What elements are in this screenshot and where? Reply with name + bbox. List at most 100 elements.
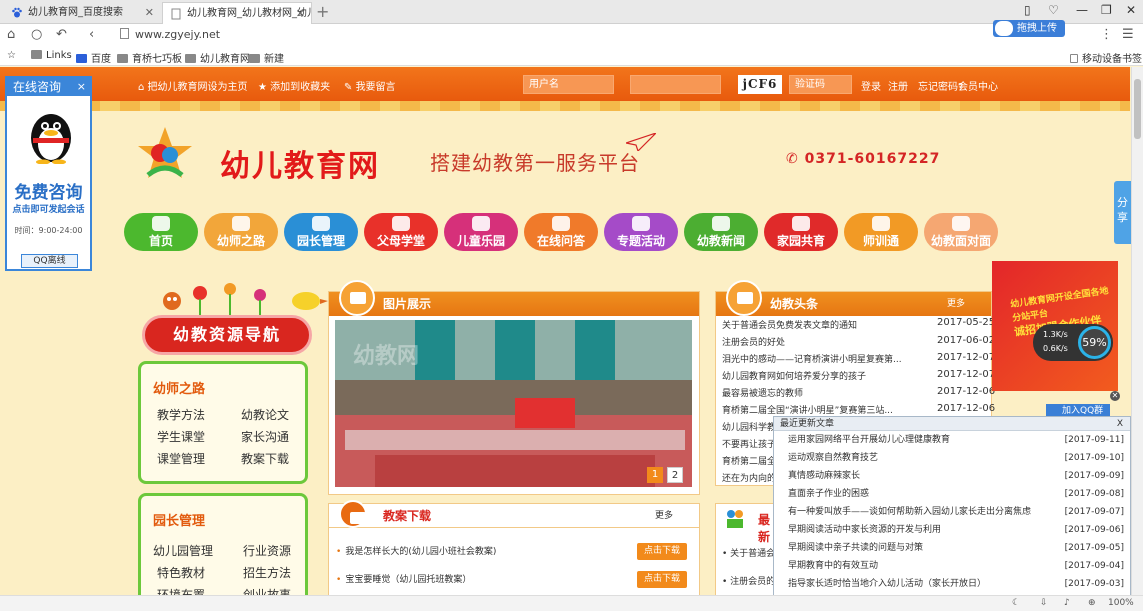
captcha-image[interactable]: jCF6 — [738, 75, 782, 94]
category-link[interactable]: 幼儿园管理 — [153, 542, 213, 559]
latest-item[interactable]: • 关于普通会 — [722, 546, 775, 559]
recent-article[interactable]: 有一种爱叫放手——谈如何帮助新入园幼儿家长走出分离焦虑 [2017-09-07] — [788, 504, 1124, 521]
category-link[interactable]: 特色教材 — [157, 564, 205, 581]
category-link[interactable]: 家长沟通 — [241, 428, 289, 445]
member-center-link[interactable]: 会员中心 — [958, 78, 998, 93]
headline-item[interactable]: 关于普通会员免费发表文章的通知 — [722, 318, 857, 331]
download-icon[interactable]: ⇩ — [1040, 598, 1048, 608]
star-icon[interactable]: ☆ — [7, 50, 16, 61]
category-link[interactable]: 幼教论文 — [241, 406, 289, 423]
zoom-icon[interactable]: ⊕ — [1088, 598, 1096, 608]
phone-icon[interactable]: ▯ — [1024, 3, 1031, 17]
nav-home[interactable]: 首页 — [124, 213, 198, 251]
forgot-password-link[interactable]: 忘记密码? — [918, 78, 963, 93]
message-link[interactable]: ✎ 我要留言 — [344, 78, 396, 93]
bookmark-zgyejy[interactable]: 幼儿教育网 — [185, 50, 250, 65]
menu-icon[interactable]: ☰ — [1122, 27, 1134, 42]
category-title[interactable]: 园长管理 — [153, 510, 205, 529]
nav-home-school[interactable]: 家园共育 — [764, 213, 838, 251]
category-link[interactable]: 学生课堂 — [157, 428, 205, 445]
volume-icon[interactable]: ♪ — [1064, 598, 1070, 608]
headline-item[interactable]: 注册会员的好处 — [722, 335, 785, 348]
headline-item[interactable]: 最容易被遗忘的教师 — [722, 386, 803, 399]
nav-parents[interactable]: 父母学堂 — [364, 213, 438, 251]
network-speed-widget[interactable]: 1.3K/s 0.6K/s 59% — [1033, 324, 1113, 361]
recent-article[interactable]: 运动观察自然教育技艺 [2017-09-10] — [788, 450, 1124, 467]
recent-article[interactable]: 运用家园网络平台开展幼儿心理健康教育 [2017-09-11] — [788, 432, 1124, 449]
recent-article[interactable]: 直面亲子作业的困惑 [2017-09-08] — [788, 486, 1124, 503]
drag-upload-button[interactable]: 拖拽上传 — [993, 20, 1065, 37]
menu-dots-icon[interactable]: ⋮ — [1100, 27, 1113, 42]
free-consult-label[interactable]: 免费咨询 — [7, 178, 90, 203]
category-link[interactable]: 创业故事 — [243, 586, 291, 595]
url-field[interactable]: www.zgyejy.net — [120, 28, 220, 41]
headline-item[interactable]: 幼儿园教育网如何培养爱分享的孩子 — [722, 369, 866, 382]
bookmark-links[interactable]: Links — [31, 50, 72, 61]
headline-item[interactable]: 不要再让孩子 — [722, 437, 776, 450]
mobile-bookmarks[interactable]: 移动设备书签 — [1070, 50, 1142, 65]
headline-item[interactable]: 幼儿园科学教 — [722, 420, 776, 433]
close-icon[interactable]: ✕ — [296, 3, 305, 24]
category-link[interactable]: 招生方法 — [243, 564, 291, 581]
set-home-link[interactable]: ⌂ 把幼儿教育网设为主页 — [138, 78, 248, 93]
headline-item[interactable]: 泪光中的感动——记育桥演讲小明星复赛第... — [722, 352, 902, 365]
recent-article[interactable]: 早期阅读活动中家长资源的开发与利用 [2017-09-06] — [788, 522, 1124, 539]
nav-kids[interactable]: 儿童乐园 — [444, 213, 518, 251]
headline-item[interactable]: 育桥第二届全 — [722, 454, 776, 467]
slide-page-2[interactable]: 2 — [667, 467, 683, 483]
close-window-icon[interactable]: ✕ — [1126, 3, 1136, 17]
qq-offline-button[interactable]: QQ离线 — [21, 254, 78, 268]
bookmark-yuqiao[interactable]: 育桥七巧板 — [117, 50, 182, 65]
zoom-level[interactable]: 100% — [1108, 598, 1134, 608]
latest-item[interactable]: • 注册会员的 — [722, 574, 775, 587]
nav-qa[interactable]: 在线问答 — [524, 213, 598, 251]
refresh-icon[interactable]: ○ — [31, 27, 42, 42]
more-link[interactable]: 更多 — [655, 504, 673, 528]
login-link[interactable]: 登录 — [861, 78, 881, 93]
moon-icon[interactable]: ☾ — [1012, 598, 1020, 608]
username-input[interactable]: 用户名 — [523, 75, 614, 94]
category-link[interactable]: 教学方法 — [157, 406, 205, 423]
nav-topics[interactable]: 专题活动 — [604, 213, 678, 251]
bookmark-new[interactable]: 新建 — [249, 50, 284, 65]
category-link[interactable]: 教案下载 — [241, 450, 289, 467]
nav-news[interactable]: 幼教新闻 — [684, 213, 758, 251]
download-button[interactable]: 点击下载 — [637, 571, 687, 588]
nav-teacher[interactable]: 幼师之路 — [204, 213, 278, 251]
nav-principal[interactable]: 园长管理 — [284, 213, 358, 251]
vertical-scrollbar[interactable] — [1131, 67, 1143, 595]
recent-article[interactable]: 早期教育中的有效互动 [2017-09-04] — [788, 558, 1124, 575]
photo-slideshow[interactable]: 幼教网 — [335, 320, 692, 487]
more-link[interactable]: 更多 — [947, 292, 965, 316]
new-tab-icon[interactable]: + — [316, 2, 329, 21]
captcha-input[interactable]: 验证码 — [789, 75, 852, 94]
maximize-icon[interactable]: ❐ — [1101, 3, 1112, 17]
close-icon[interactable]: ✕ — [145, 2, 154, 24]
nav-training[interactable]: 师训通 — [844, 213, 918, 251]
category-link[interactable]: 课堂管理 — [157, 450, 205, 467]
close-icon[interactable]: X — [1117, 417, 1123, 431]
minimize-icon[interactable]: — — [1076, 3, 1088, 17]
favorite-link[interactable]: ★ 添加到收藏夹 — [258, 78, 330, 93]
share-button[interactable]: 分享 — [1114, 181, 1131, 244]
recent-article[interactable]: 指导家长适时恰当地介入幼儿活动（家长开放日） [2017-09-03] — [788, 576, 1124, 593]
category-link[interactable]: 环境布置 — [157, 586, 205, 595]
browser-tab-baidu[interactable]: 幼儿教育网_百度搜索 ✕ — [4, 2, 160, 24]
browser-tab-zgyejy[interactable]: 幼儿教育网_幼儿教材网_幼儿 ✕ — [162, 2, 312, 24]
skin-icon[interactable]: ♡ — [1048, 3, 1059, 17]
start-chat-label[interactable]: 点击即可发起会话 — [7, 202, 90, 215]
category-title[interactable]: 幼师之路 — [153, 378, 205, 397]
headline-item[interactable]: 还在为内向的 — [722, 471, 776, 484]
register-link[interactable]: 注册 — [888, 78, 908, 93]
download-button[interactable]: 点击下载 — [637, 543, 687, 560]
bookmark-baidu[interactable]: 百度 — [76, 50, 111, 65]
headline-item[interactable]: 育桥第二届全国“演讲小明星”复赛第三站... — [722, 403, 893, 416]
password-input[interactable] — [630, 75, 721, 94]
recent-article[interactable]: 早期阅读中亲子共读的问题与对策 [2017-09-05] — [788, 540, 1124, 557]
close-icon[interactable]: × — [77, 78, 86, 96]
nav-face-to-face[interactable]: 幼教面对面 — [924, 213, 998, 251]
back-icon[interactable]: ‹ — [89, 27, 94, 42]
recent-article[interactable]: 真情感动麻辣家长 [2017-09-09] — [788, 468, 1124, 485]
scrollbar-thumb[interactable] — [1134, 79, 1141, 139]
close-icon[interactable]: ✕ — [1110, 391, 1120, 401]
